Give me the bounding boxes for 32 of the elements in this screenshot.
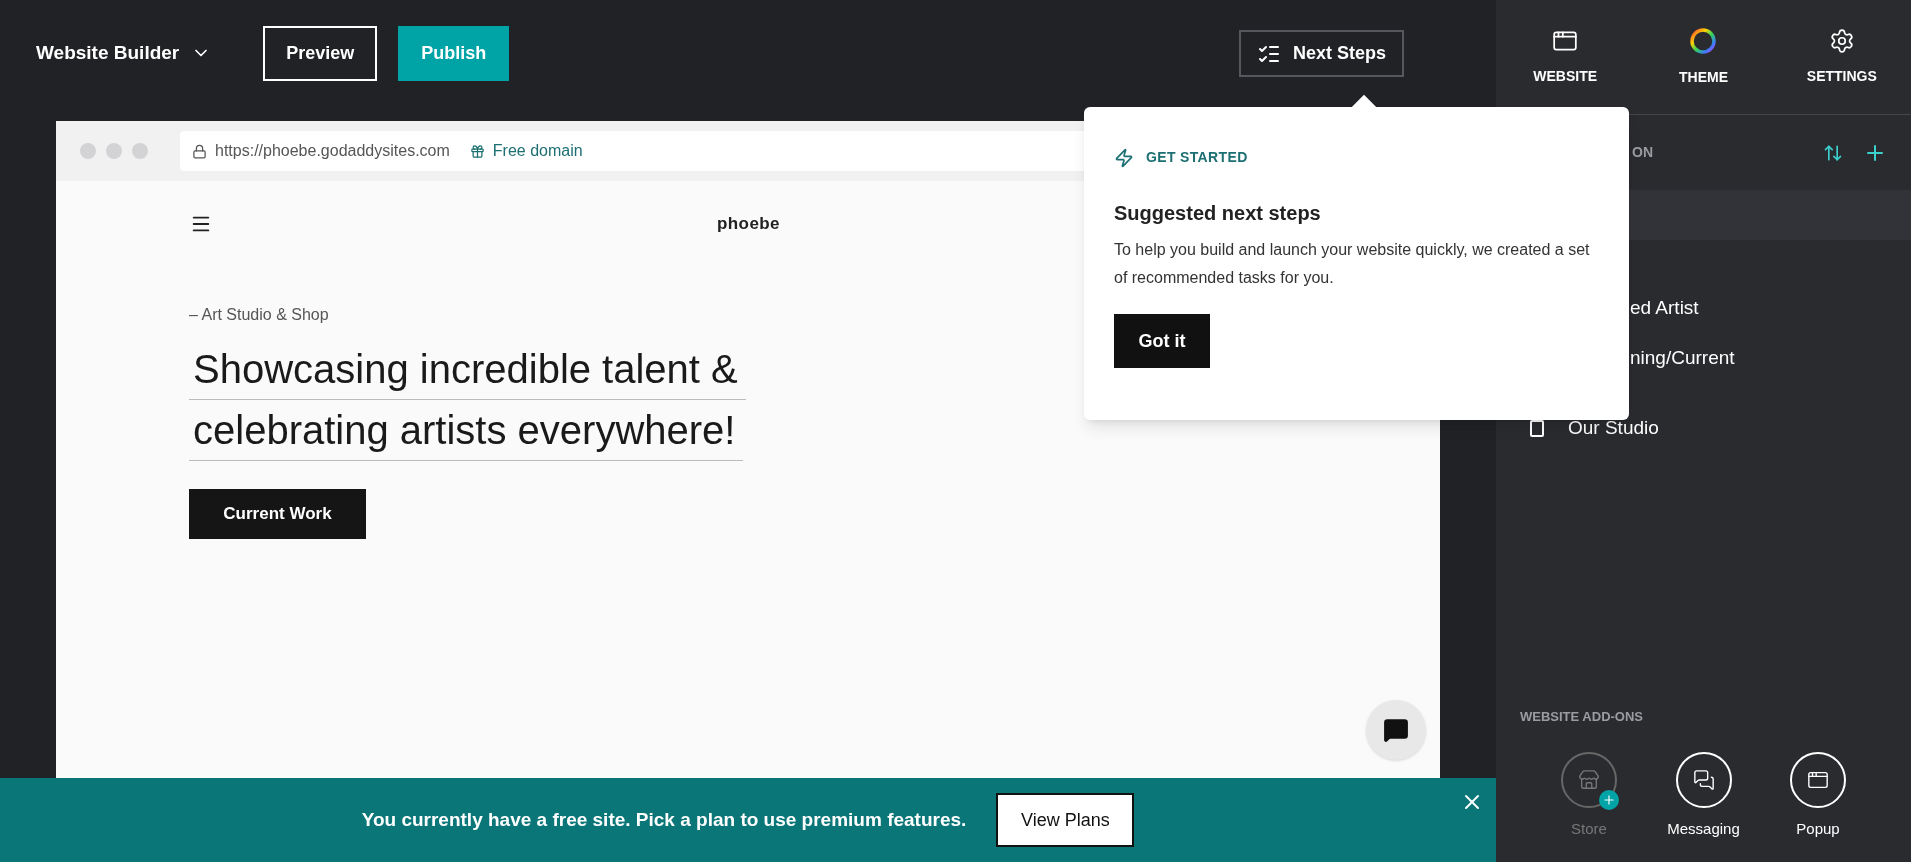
panel-tab[interactable]: THEME [1634,0,1773,114]
chat-icon [1383,717,1409,743]
addons-heading: WEBSITE ADD-ONS [1520,708,1644,724]
popover-body: To help you build and launch your website quickly, we created a set of recommended tasks for you. [1114,240,1591,288]
popover-eyebrow: GET STARTED [1146,148,1248,167]
lightning-icon [1114,147,1134,168]
app-menu-button[interactable]: Website Builder [36,26,212,80]
site-logo: phoebe [717,213,780,235]
lock-icon [192,143,207,159]
chat-button[interactable] [1366,700,1426,760]
preview-button[interactable]: Preview [263,26,378,81]
gift-icon [469,143,485,159]
addon-button[interactable]: Messaging [1658,751,1749,840]
site-tagline: – Art Studio & Shop [189,304,329,325]
banner-message: You currently have a free site. Pick a plan to use premium features. [361,807,967,832]
addon-button[interactable]: Popup [1773,751,1863,840]
hero-heading-line: Showcasing incredible talent & [189,338,746,400]
panel-tab[interactable]: WEBSITE [1496,0,1635,114]
url-text: https://phoebe.godaddysites.com [215,141,450,161]
free-domain-link[interactable]: Free domain [492,139,583,163]
current-work-button[interactable]: Current Work [189,488,366,539]
got-it-button[interactable]: Got it [1114,314,1210,368]
next-steps-button[interactable]: Next Steps [1238,30,1404,77]
hero-heading-line: celebrating artists everywhere! [189,399,744,461]
store-icon [1578,768,1600,791]
settings-icon [1828,27,1855,54]
view-plans-button[interactable]: View Plans [996,793,1135,847]
popover-title: Suggested next steps [1114,201,1322,226]
messages-icon [1692,768,1715,791]
section-heading: ON [1632,143,1653,162]
panel-tab[interactable]: SETTINGS [1772,0,1911,114]
color-wheel-icon [1689,26,1718,55]
